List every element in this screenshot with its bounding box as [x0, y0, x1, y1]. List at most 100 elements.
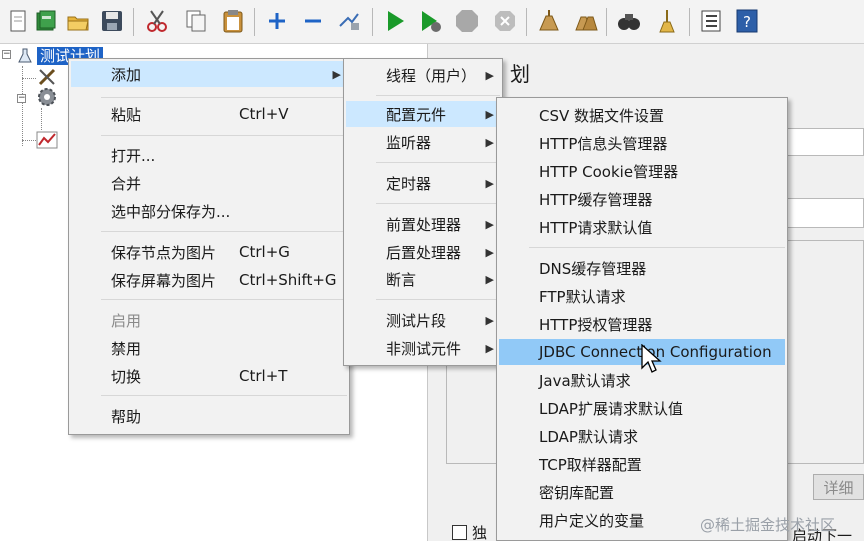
details-button[interactable]: 详细 [813, 474, 864, 500]
menu-item-label: 禁用 [111, 339, 142, 358]
menu-item-save-node-image[interactable]: 保存节点为图片 Ctrl+G [71, 239, 347, 265]
submenu-item-assertion[interactable]: 断言 ▶ [346, 266, 500, 292]
menu-item-label: 线程（用户） [386, 66, 477, 85]
submenu-item-threads[interactable]: 线程（用户） ▶ [346, 62, 500, 88]
help-icon[interactable]: ? [733, 7, 761, 35]
copy-icon[interactable] [182, 7, 210, 35]
menu-item-label: TCP取样器配置 [539, 455, 642, 474]
menu-separator [376, 299, 500, 300]
reset-search-icon[interactable] [653, 7, 681, 35]
clear-icon[interactable] [535, 7, 563, 35]
submenu-item-test-fragment[interactable]: 测试片段 ▶ [346, 307, 500, 333]
expand-icon[interactable] [263, 7, 291, 35]
config-item-keystore-config[interactable]: 密钥库配置 [499, 479, 785, 505]
stop-icon[interactable] [453, 7, 481, 35]
menu-separator [376, 203, 500, 204]
menu-item-label: 合并 [111, 174, 142, 193]
tree-expand-toggle[interactable]: − [17, 94, 26, 103]
submenu-item-config-element[interactable]: 配置元件 ▶ [346, 101, 500, 127]
open-icon[interactable] [64, 7, 92, 35]
toggle-icon[interactable] [335, 7, 363, 35]
menu-item-label: HTTP缓存管理器 [539, 190, 653, 209]
menu-item-label: 非测试元件 [386, 339, 462, 358]
start-no-pause-icon[interactable] [416, 7, 444, 35]
config-item-http-cache-manager[interactable]: HTTP缓存管理器 [499, 186, 785, 212]
config-item-dns-cache-manager[interactable]: DNS缓存管理器 [499, 255, 785, 281]
menu-item-label: 帮助 [111, 407, 142, 426]
menu-item-shortcut: Ctrl+V [239, 105, 289, 123]
search-icon[interactable] [615, 7, 643, 35]
menu-item-label: CSV 数据文件设置 [539, 106, 665, 125]
config-item-ldap-extended-defaults[interactable]: LDAP扩展请求默认值 [499, 395, 785, 421]
menu-item-label: 监听器 [386, 133, 432, 152]
menu-item-shortcut: Ctrl+T [239, 367, 288, 385]
menu-item-label: 定时器 [386, 174, 432, 193]
menu-item-add[interactable]: 添加 ▶ [71, 61, 347, 87]
submenu-item-timer[interactable]: 定时器 ▶ [346, 170, 500, 196]
menu-item-label: 测试片段 [386, 311, 447, 330]
name-field[interactable] [786, 128, 864, 156]
menu-item-label: 选中部分保存为... [111, 202, 231, 221]
menu-item-open[interactable]: 打开... [71, 142, 347, 168]
submenu-item-pre-processor[interactable]: 前置处理器 ▶ [346, 211, 500, 237]
menu-item-label: 粘贴 [111, 105, 142, 124]
config-item-http-request-defaults[interactable]: HTTP请求默认值 [499, 214, 785, 240]
function-helper-icon[interactable] [697, 7, 725, 35]
submenu-item-listener[interactable]: 监听器 ▶ [346, 129, 500, 155]
menu-item-shortcut: Ctrl+Shift+G [239, 271, 337, 289]
collapse-icon[interactable] [299, 7, 327, 35]
menu-item-help[interactable]: 帮助 [71, 403, 347, 429]
menu-item-label: Java默认请求 [539, 371, 631, 390]
clear-all-icon[interactable] [572, 7, 600, 35]
tree-line [41, 108, 42, 130]
submenu-item-post-processor[interactable]: 后置处理器 ▶ [346, 239, 500, 265]
toolbar: ? [0, 0, 864, 44]
mouse-cursor-icon [641, 344, 662, 373]
config-item-csv-data-set[interactable]: CSV 数据文件设置 [499, 102, 785, 128]
submenu-item-non-test-elements[interactable]: 非测试元件 ▶ [346, 335, 500, 361]
menu-item-label: 保存屏幕为图片 [111, 271, 217, 290]
tree-line [22, 140, 36, 141]
svg-text:?: ? [743, 13, 751, 31]
menu-item-disable[interactable]: 禁用 [71, 335, 347, 361]
config-item-http-cookie-manager[interactable]: HTTP Cookie管理器 [499, 158, 785, 184]
menu-item-label: HTTP请求默认值 [539, 218, 653, 237]
menu-item-merge[interactable]: 合并 [71, 170, 347, 196]
menu-item-label: 配置元件 [386, 105, 447, 124]
submenu-arrow-icon: ▶ [332, 67, 341, 81]
menu-item-paste[interactable]: 粘贴 Ctrl+V [71, 101, 347, 127]
config-item-http-header-manager[interactable]: HTTP信息头管理器 [499, 130, 785, 156]
save-icon[interactable] [98, 7, 126, 35]
config-item-ftp-defaults[interactable]: FTP默认请求 [499, 283, 785, 309]
independent-checkbox[interactable] [452, 525, 467, 540]
menu-item-label: LDAP扩展请求默认值 [539, 399, 683, 418]
paste-icon[interactable] [219, 7, 247, 35]
config-element-submenu: CSV 数据文件设置 HTTP信息头管理器 HTTP Cookie管理器 HTT… [496, 97, 788, 541]
cut-icon[interactable] [143, 7, 171, 35]
menu-item-label: 前置处理器 [386, 215, 462, 234]
submenu-arrow-icon: ▶ [485, 272, 494, 286]
tools-icon [36, 66, 58, 88]
config-item-tcp-sampler-config[interactable]: TCP取样器配置 [499, 451, 785, 477]
tree-collapse-toggle[interactable]: − [2, 50, 11, 59]
watermark: @稀土掘金技术社区 [700, 516, 836, 534]
templates-icon[interactable] [32, 7, 60, 35]
add-submenu: 线程（用户） ▶ 配置元件 ▶ 监听器 ▶ 定时器 ▶ 前置处理器 ▶ 后置处理… [343, 58, 503, 366]
submenu-arrow-icon: ▶ [485, 107, 494, 121]
menu-item-toggle[interactable]: 切换 Ctrl+T [71, 363, 347, 389]
menu-item-save-screen-image[interactable]: 保存屏幕为图片 Ctrl+Shift+G [71, 267, 347, 293]
context-menu: 添加 ▶ 粘贴 Ctrl+V 打开... 合并 选中部分保存为... 保存节点为… [68, 58, 350, 435]
new-icon[interactable] [4, 7, 32, 35]
shutdown-icon[interactable] [491, 7, 519, 35]
submenu-arrow-icon: ▶ [485, 176, 494, 190]
menu-separator [101, 135, 347, 136]
config-item-http-auth-manager[interactable]: HTTP授权管理器 [499, 311, 785, 337]
menu-item-label: LDAP默认请求 [539, 427, 638, 446]
menu-item-save-selection-as[interactable]: 选中部分保存为... [71, 198, 347, 224]
start-icon[interactable] [381, 7, 409, 35]
comments-field[interactable] [786, 198, 864, 228]
panel-title-text: 划 [510, 62, 530, 86]
toolbar-separator [526, 8, 527, 36]
config-item-ldap-defaults[interactable]: LDAP默认请求 [499, 423, 785, 449]
menu-separator [101, 395, 347, 396]
